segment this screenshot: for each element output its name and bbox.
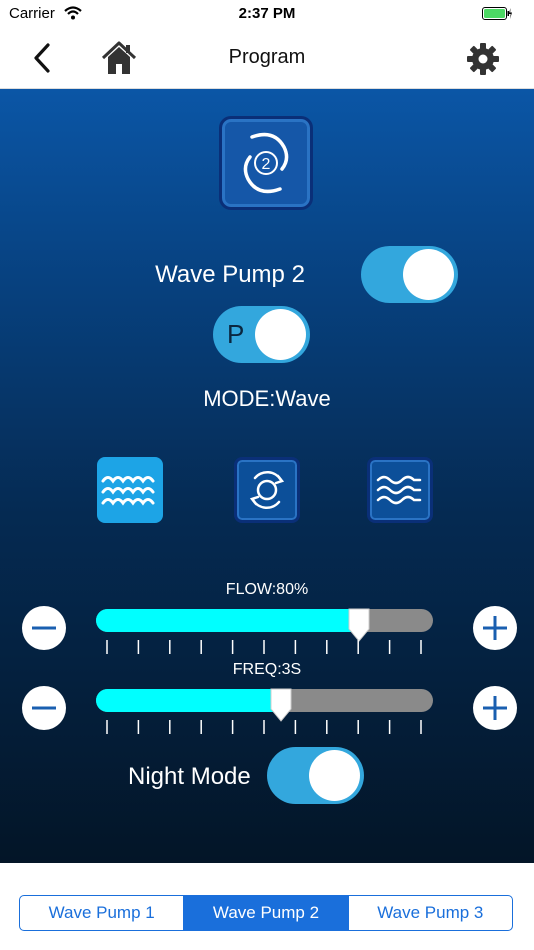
freq-increase-button[interactable] [473,686,517,730]
status-time: 2:37 PM [238,5,296,22]
toggle-knob [255,309,306,360]
wave-pump-icon: 2 [243,132,289,194]
pump-name: Wave Pump 2 [155,261,305,288]
flow-slider-thumb[interactable] [348,607,370,643]
battery-icon [482,7,512,20]
tab-wave-pump-1[interactable]: Wave Pump 1 [20,896,183,930]
mode-wave-button[interactable] [97,457,163,523]
flow-mode-icon [376,475,422,505]
wave-mode-icon [101,476,155,506]
tab-wave-pump-3[interactable]: Wave Pump 3 [347,896,512,930]
gear-icon[interactable] [465,41,501,77]
night-mode-toggle[interactable] [267,747,364,804]
flow-decrease-button[interactable] [22,606,66,650]
mode-label: MODE:Wave [203,386,331,411]
circular-mode-icon [249,471,285,509]
plus-icon [483,696,507,720]
freq-decrease-button[interactable] [22,686,66,730]
freq-ticks [106,720,422,734]
pump-selector: Wave Pump 1 Wave Pump 2 Wave Pump 3 [19,895,513,931]
mode-circular-button[interactable] [234,457,300,523]
freq-slider-thumb[interactable] [270,687,292,723]
flow-increase-button[interactable] [473,606,517,650]
nav-bar: Program [0,28,534,89]
mode-flow-button[interactable] [367,457,433,523]
freq-label: FREQ:3S [232,661,302,678]
freq-slider[interactable] [96,688,433,722]
flow-slider[interactable] [96,608,433,642]
toggle-knob [403,249,454,300]
bottom-bar: Wave Pump 1 Wave Pump 2 Wave Pump 3 [0,863,534,950]
wave-pump-icon-button[interactable]: 2 [219,116,313,210]
program-panel: 2 Wave Pump 2 P MODE:Wave FLOW:80% FREQ:… [0,89,534,863]
night-mode-label: Night Mode [128,763,251,790]
flow-slider-fill [96,609,359,632]
pump-number: 2 [262,156,271,173]
minus-icon [32,626,56,630]
status-bar: Carrier 2:37 PM [0,0,534,28]
toggle-knob [309,750,360,801]
program-toggle[interactable]: P [213,306,310,363]
freq-slider-fill [96,689,282,712]
flow-ticks [106,640,422,654]
pump-power-toggle[interactable] [361,246,458,303]
page-title: Program [228,46,306,68]
plus-icon [483,616,507,640]
minus-icon [32,706,56,710]
flow-label: FLOW:80% [225,581,309,598]
tab-wave-pump-2[interactable]: Wave Pump 2 [183,896,348,930]
program-toggle-label: P [227,319,245,349]
